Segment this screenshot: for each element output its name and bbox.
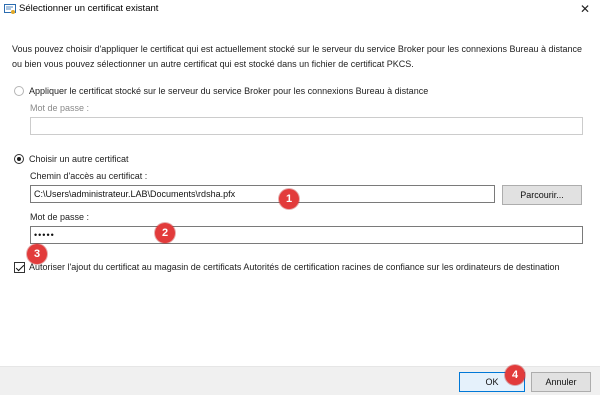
certificate-path-field[interactable]: C:\Users\administrateur.LAB\Documents\rd… — [30, 185, 495, 203]
certificate-password-field[interactable]: ••••• — [30, 226, 583, 244]
radio-choose-other-certificate[interactable]: Choisir un autre certificat — [14, 152, 129, 166]
certificate-path-label: Chemin d'accès au certificat : — [30, 171, 148, 181]
window-title: Sélectionner un certificat existant — [19, 3, 159, 14]
trust-store-checkbox-row[interactable]: Autoriser l'ajout du certificat au magas… — [14, 261, 589, 274]
radio-apply-stored-certificate[interactable]: Appliquer le certificat stocké sur le se… — [14, 84, 428, 98]
trust-store-label: Autoriser l'ajout du certificat au magas… — [29, 262, 560, 272]
annotation-marker-3: 3 — [27, 244, 47, 264]
annotation-marker-4: 4 — [505, 365, 525, 385]
apply-password-field[interactable] — [30, 117, 583, 135]
certificate-password-label: Mot de passe : — [30, 212, 90, 222]
cancel-button[interactable]: Annuler — [531, 372, 591, 392]
browse-button[interactable]: Parcourir... — [502, 185, 582, 205]
annotation-marker-1: 1 — [279, 189, 299, 209]
radio-button[interactable] — [14, 154, 24, 164]
trust-store-checkbox[interactable] — [14, 262, 25, 273]
radio-other-label: Choisir un autre certificat — [29, 154, 129, 164]
apply-password-label: Mot de passe : — [30, 103, 90, 113]
close-icon[interactable]: ✕ — [576, 1, 594, 17]
radio-apply-label: Appliquer le certificat stocké sur le se… — [29, 86, 429, 96]
certificate-icon — [4, 4, 16, 14]
intro-text: Vous pouvez choisir d'appliquer le certi… — [12, 44, 583, 69]
title-bar: Sélectionner un certificat existant ✕ — [0, 0, 600, 20]
annotation-marker-2: 2 — [155, 223, 175, 243]
radio-button[interactable] — [14, 86, 24, 96]
